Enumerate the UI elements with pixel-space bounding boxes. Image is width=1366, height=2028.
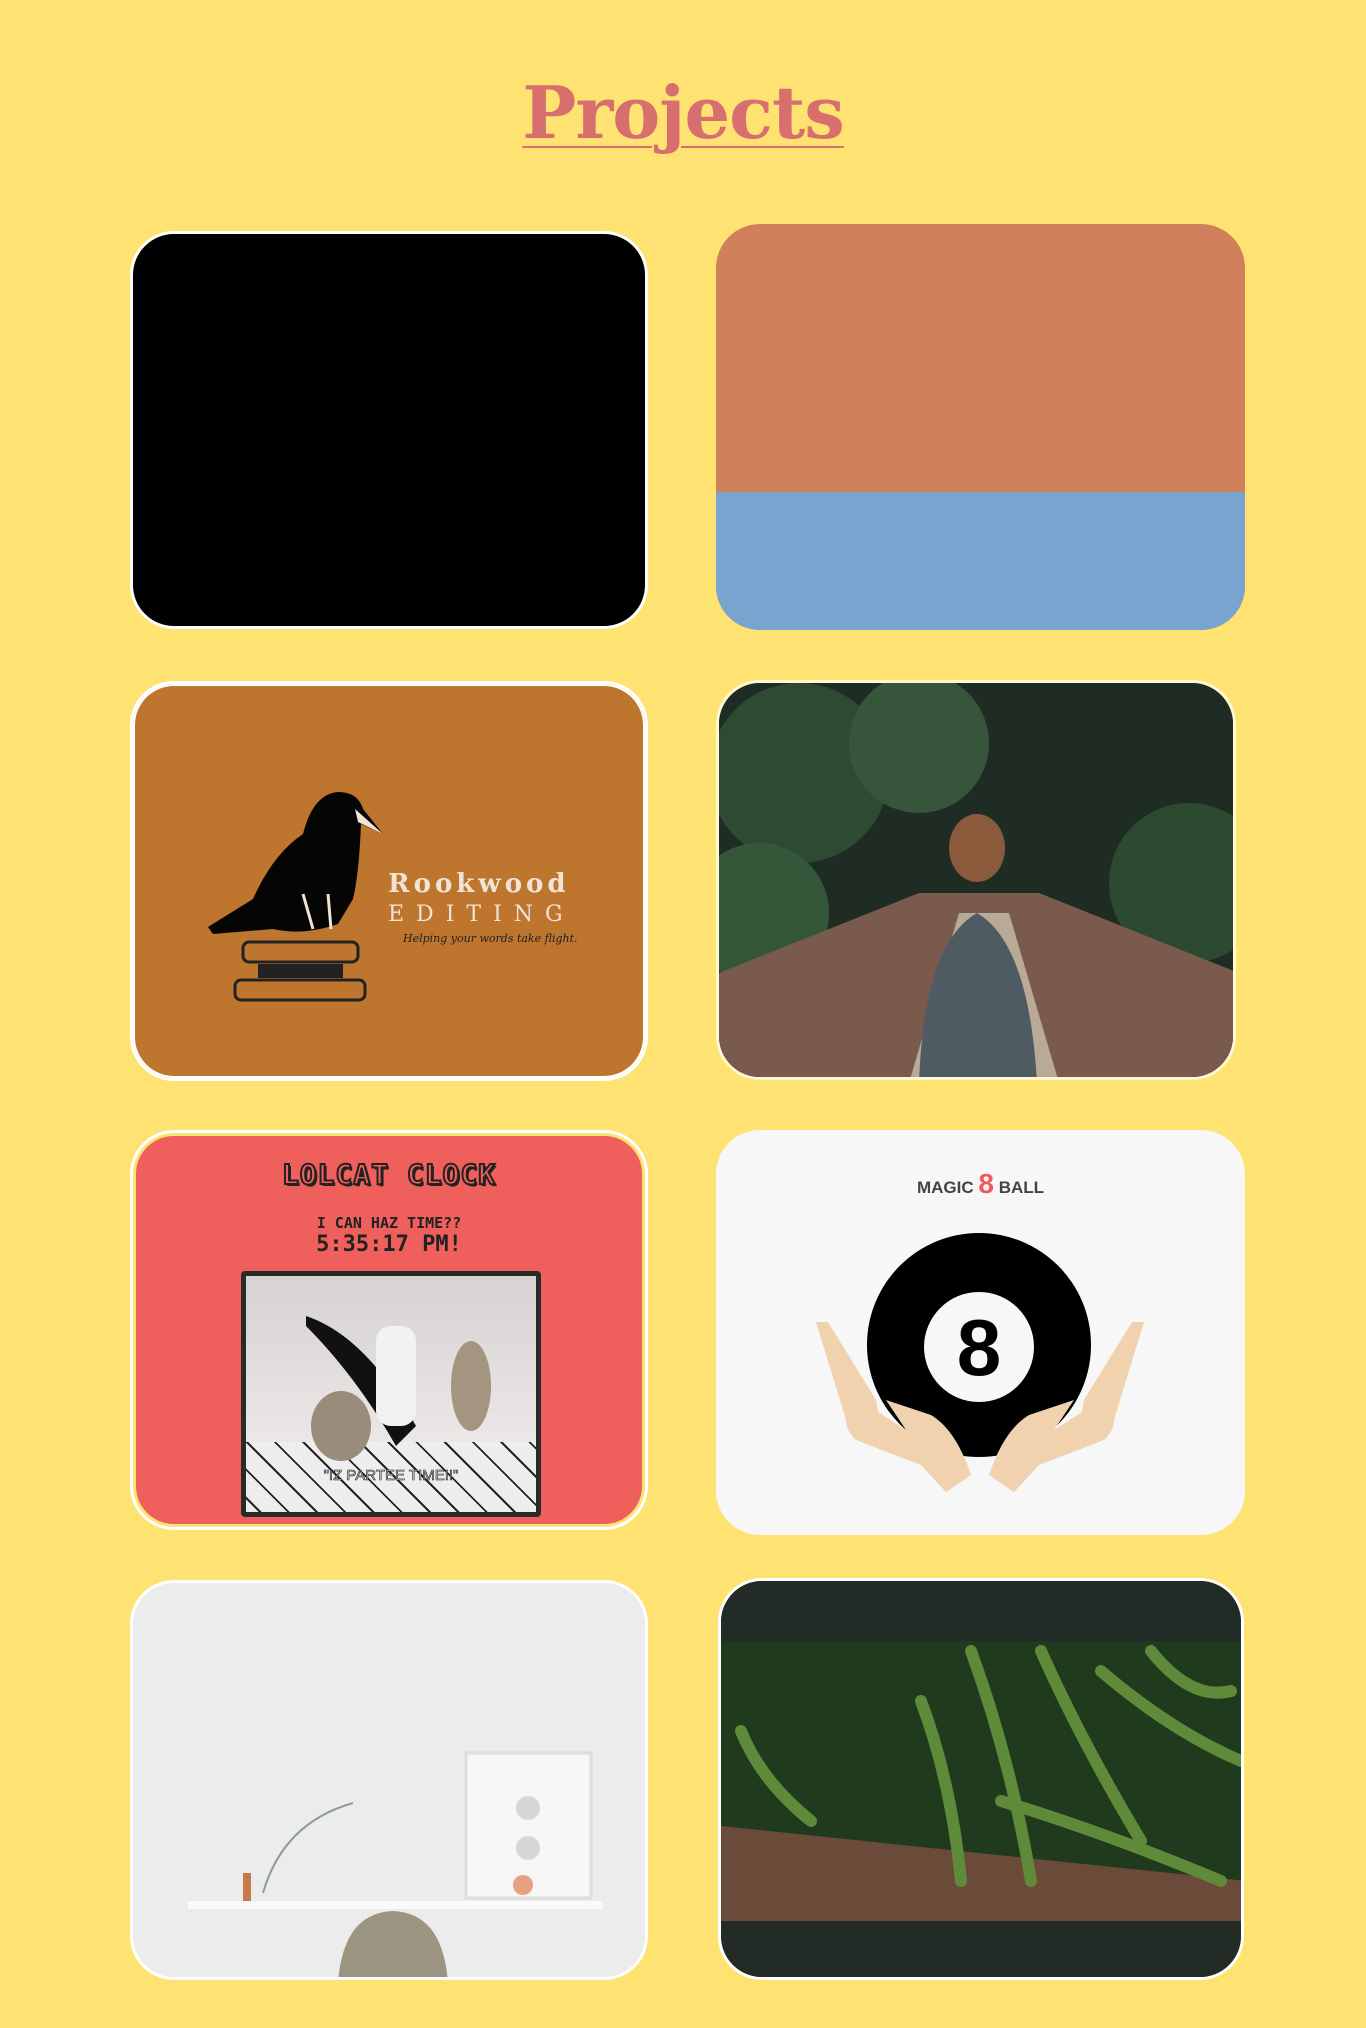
lolcat-title: LOLCAT CLOCK	[281, 1157, 497, 1192]
desk-workspace-image	[133, 1583, 645, 1977]
rookwood-tagline: Helping your words take flight.	[403, 932, 578, 945]
page-title[interactable]: Projects	[522, 70, 845, 155]
project-card-desk-photo[interactable]	[130, 1580, 648, 1980]
blue-band	[716, 492, 1245, 630]
project-card-lolcat-clock[interactable]: LOLCAT CLOCK I CAN HAZ TIME?? 5:35:17 PM…	[130, 1130, 648, 1530]
ball-number: 8	[957, 1303, 1002, 1392]
eight-ball-icon: 8	[816, 1233, 1144, 1492]
project-card-rookwood-editing[interactable]: Rookwood EDITING Helping your words take…	[130, 681, 648, 1081]
lolcat-time: 5:35:17 PM!	[316, 1232, 462, 1257]
rookwood-subtitle: EDITING	[388, 902, 575, 927]
lolcat-question: I CAN HAZ TIME??	[316, 1214, 462, 1232]
project-card-bridge-photo[interactable]	[716, 680, 1236, 1080]
lolcat-image: "IZ PARTEE TIME!!"	[241, 1271, 541, 1517]
project-card-black[interactable]	[130, 231, 648, 629]
page-title-wrap: Projects	[0, 70, 1366, 155]
project-card-magic-8-ball[interactable]: MAGIC 8 BALL 8	[716, 1130, 1245, 1535]
project-card-color-block[interactable]	[716, 224, 1245, 630]
green-beans-image	[721, 1581, 1241, 1977]
lolcat-caption: "IZ PARTEE TIME!!"	[323, 1467, 459, 1485]
project-card-green-beans-photo[interactable]	[718, 1578, 1244, 1980]
rookwood-brand: Rookwood	[388, 869, 570, 899]
woman-on-bridge-image	[719, 683, 1233, 1077]
